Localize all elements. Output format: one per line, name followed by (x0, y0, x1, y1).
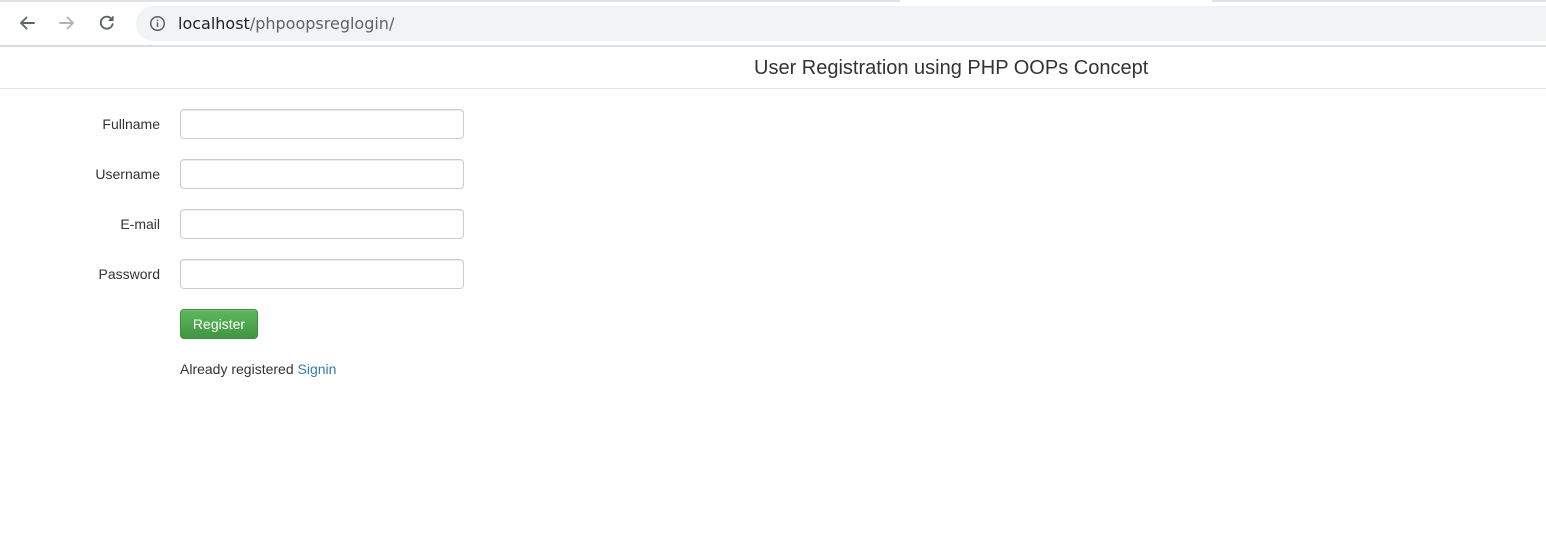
username-label: Username (95, 166, 160, 182)
arrow-left-icon (20, 16, 35, 30)
signin-link[interactable]: Signin (298, 361, 337, 377)
form-row-email: E-mail (0, 209, 480, 239)
register-button[interactable]: Register (180, 309, 258, 339)
already-registered-text: Already registered (180, 361, 298, 377)
tab-strip (0, 0, 1546, 2)
back-button[interactable] (12, 8, 42, 38)
arrow-right-icon (59, 16, 74, 30)
password-input[interactable] (180, 259, 464, 289)
browser-toolbar: localhost/phpoopsreglogin/ (0, 0, 1546, 47)
form-row-password: Password (0, 259, 480, 289)
fullname-label: Fullname (102, 116, 160, 132)
email-label: E-mail (120, 216, 160, 232)
form-row-fullname: Fullname (0, 109, 480, 139)
reload-icon (99, 15, 114, 30)
fullname-input[interactable] (180, 109, 464, 139)
url-host: localhost (178, 14, 250, 33)
reload-button[interactable] (92, 8, 122, 38)
password-label: Password (98, 266, 160, 282)
signin-prompt: Already registered Signin (180, 361, 336, 377)
page-header: User Registration using PHP OOPs Concept (0, 47, 1546, 89)
url-text[interactable]: localhost/phpoopsreglogin/ (178, 14, 394, 33)
page-title: User Registration using PHP OOPs Concept (754, 57, 1149, 79)
username-input[interactable] (180, 159, 464, 189)
url-path: /phpoopsreglogin/ (249, 14, 395, 33)
form-row-username: Username (0, 159, 480, 189)
info-circle-icon[interactable] (149, 15, 166, 32)
active-tab-edge (900, 0, 1212, 2)
forward-button[interactable] (52, 8, 82, 38)
address-bar[interactable]: localhost/phpoopsreglogin/ (136, 6, 1546, 41)
email-input[interactable] (180, 209, 464, 239)
